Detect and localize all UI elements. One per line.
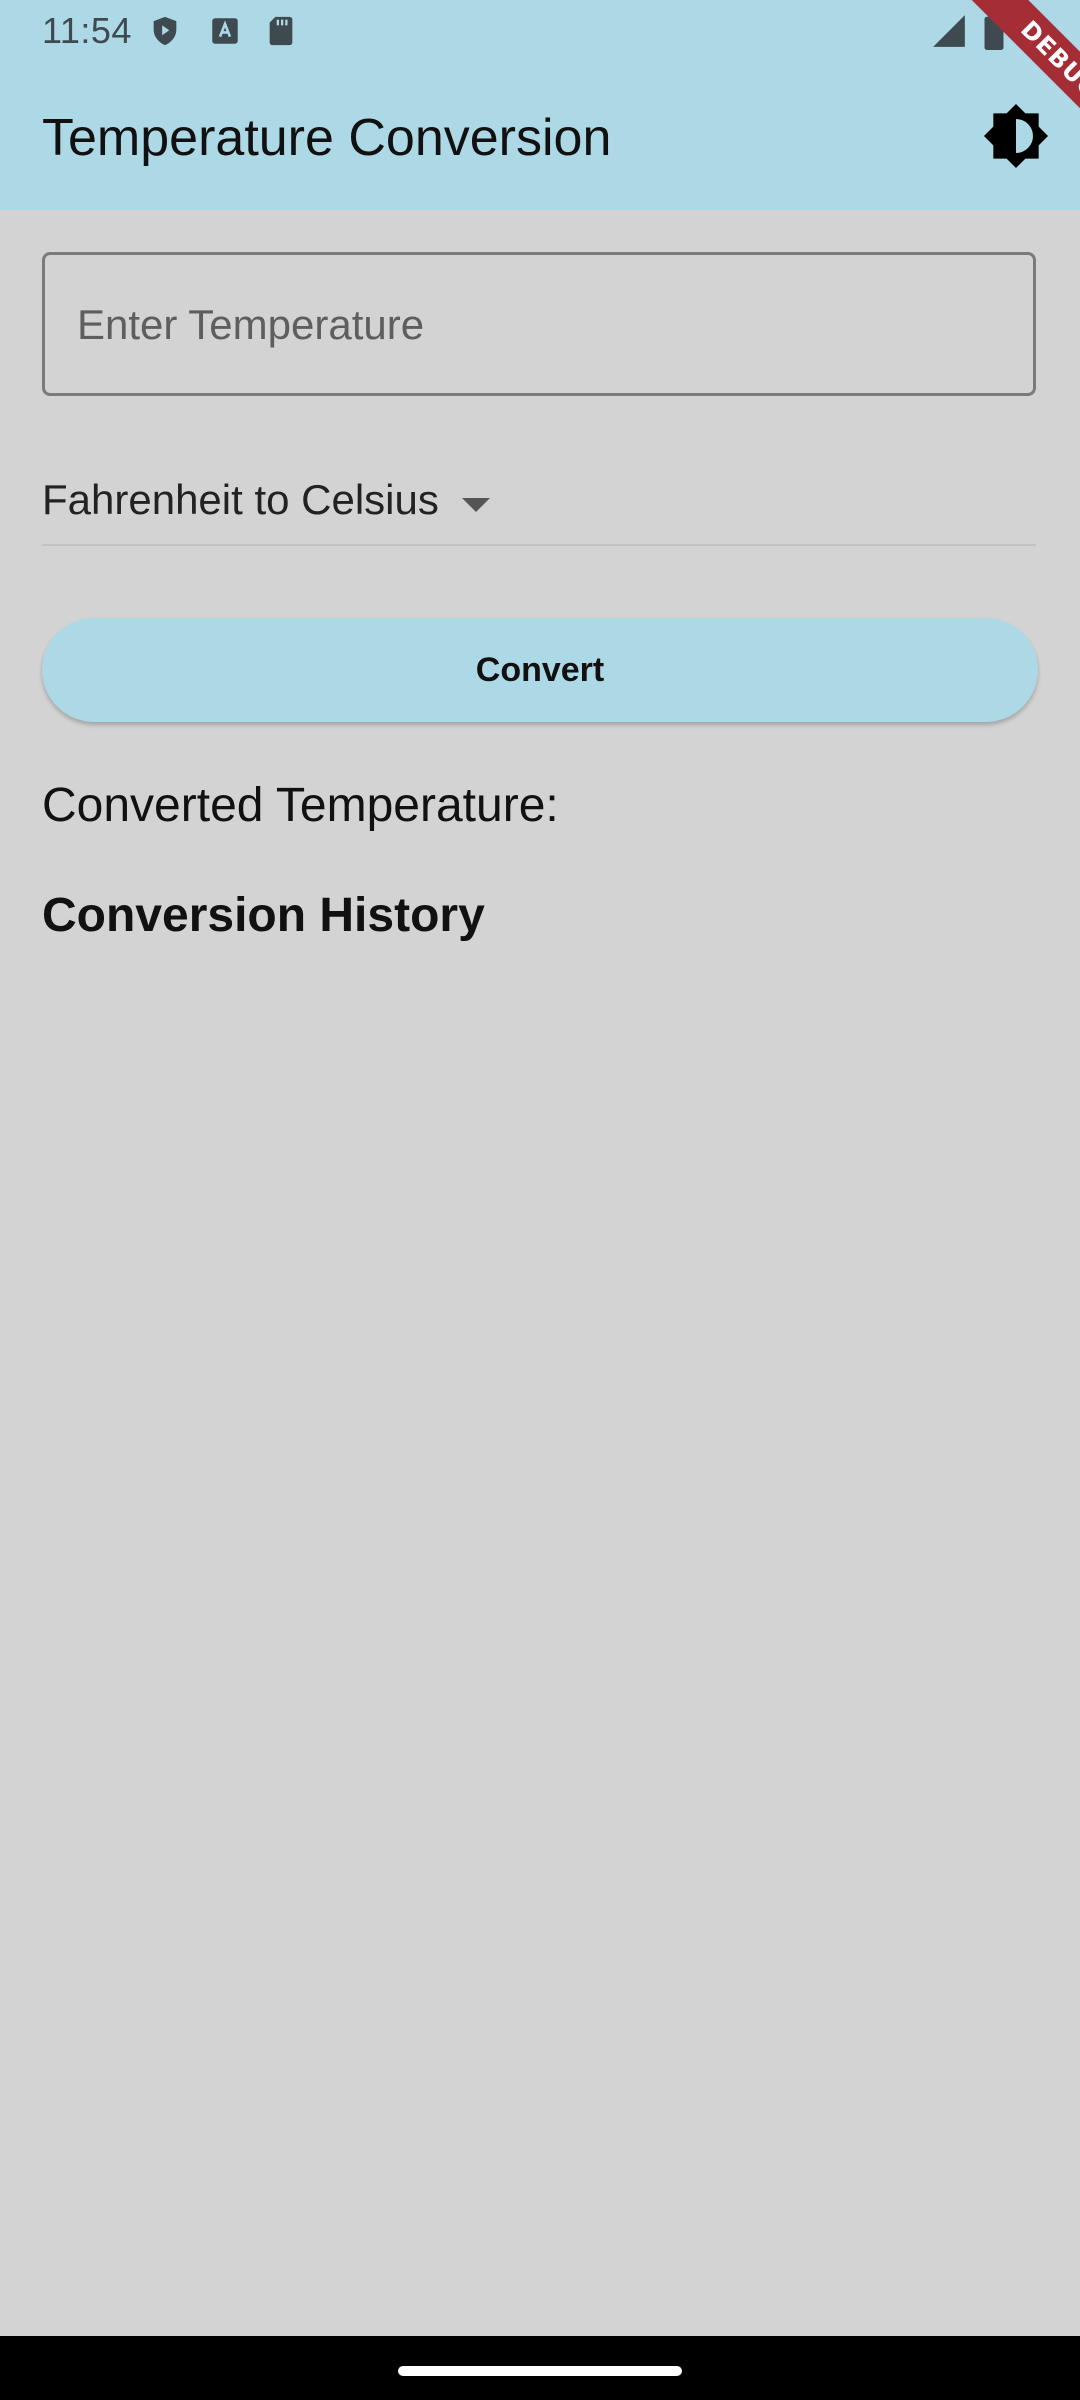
dropdown-arrow-icon [462, 498, 490, 512]
brightness-icon [983, 103, 1049, 169]
status-bar: 11:54 [0, 0, 1080, 62]
battery-icon [982, 12, 1006, 55]
temperature-field [42, 252, 1036, 396]
conversion-type-dropdown[interactable]: Fahrenheit to Celsius [42, 466, 1036, 546]
conversion-type-value: Fahrenheit to Celsius [42, 476, 439, 523]
home-indicator[interactable] [398, 2366, 682, 2376]
theme-toggle-button[interactable] [982, 102, 1050, 170]
convert-button[interactable]: Convert [42, 618, 1038, 722]
cellular-signal-icon [930, 12, 968, 55]
temperature-input[interactable] [75, 255, 999, 395]
page-title: Temperature Conversion [42, 109, 612, 167]
text-a-icon [208, 14, 242, 53]
app-bar: Temperature Conversion [0, 62, 1080, 210]
conversion-history-heading: Conversion History [42, 889, 485, 942]
converted-temperature-label: Converted Temperature: [42, 779, 559, 832]
sd-card-icon [264, 14, 298, 53]
status-time: 11:54 [42, 10, 132, 51]
play-shield-icon [148, 14, 182, 53]
